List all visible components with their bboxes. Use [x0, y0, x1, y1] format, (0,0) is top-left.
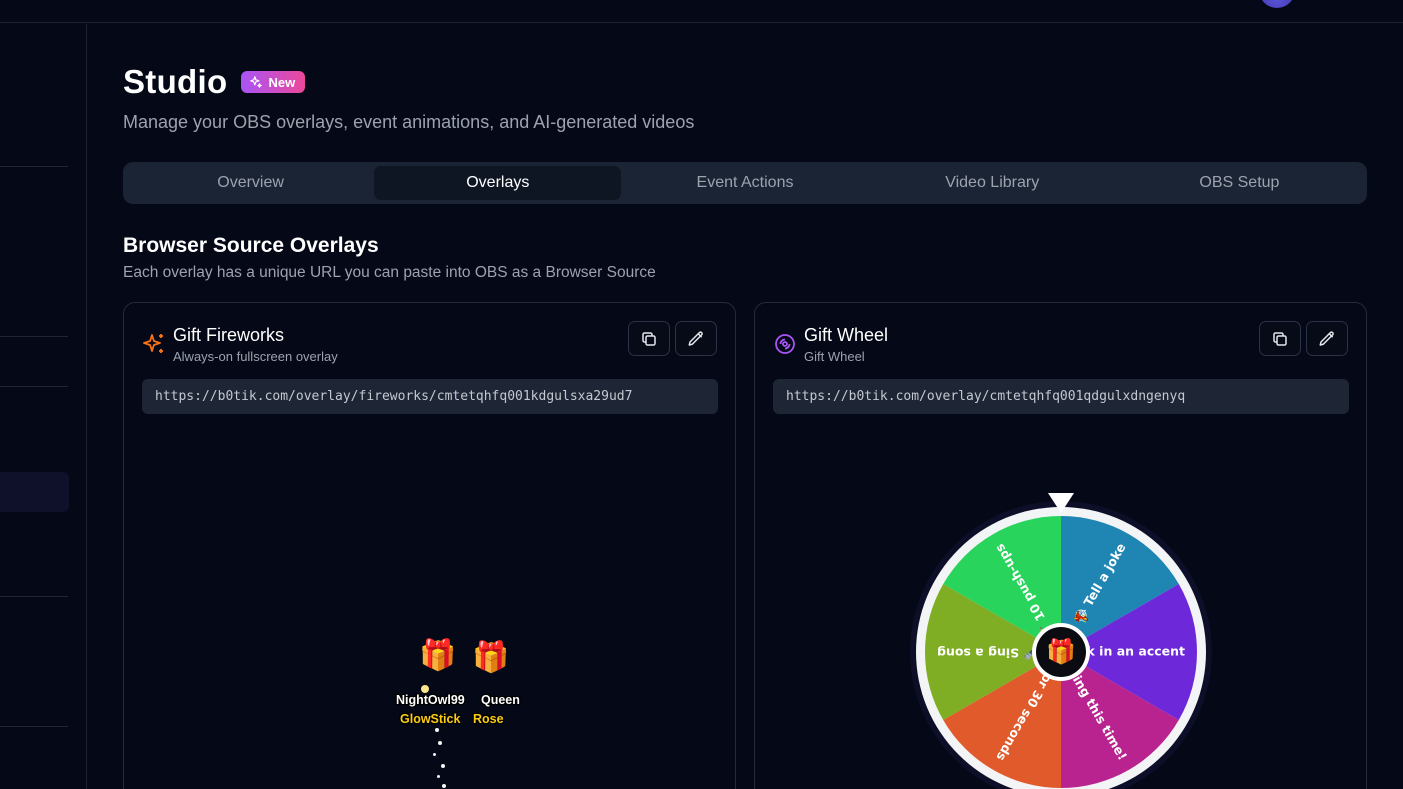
sidebar-divider	[0, 386, 68, 387]
gift-item-name: GlowStick	[400, 712, 461, 726]
sparkles-icon	[143, 334, 163, 353]
gift-item-name: Rose	[473, 712, 504, 726]
tab-video-library[interactable]: Video Library	[869, 166, 1116, 200]
new-badge: New	[241, 71, 306, 93]
tab-obs-setup[interactable]: OBS Setup	[1116, 166, 1363, 200]
sidebar-item-studio[interactable]	[0, 472, 69, 512]
spark-particle	[433, 753, 436, 756]
card-title: Gift Fireworks	[173, 325, 285, 345]
gift-wheel: 😂 Tell a joke🗣️ Speak in an accent🎁 Noth…	[910, 493, 1212, 789]
pencil-icon	[688, 330, 703, 346]
sidebar	[0, 24, 87, 789]
sidebar-divider	[0, 336, 68, 337]
copy-url-button[interactable]	[628, 321, 670, 356]
tab-overview[interactable]: Overview	[127, 166, 374, 200]
card-subtitle: Always-on fullscreen overlay	[173, 349, 338, 364]
gift-icon: 🎁	[472, 641, 510, 674]
edit-overlay-button[interactable]	[675, 321, 717, 356]
sparkles-icon	[250, 76, 263, 88]
section-description: Each overlay has a unique URL you can pa…	[123, 264, 656, 281]
tab-overlays[interactable]: Overlays	[374, 166, 622, 200]
sidebar-divider	[0, 726, 68, 727]
gift-icon: 🎁	[1046, 637, 1076, 665]
tab-event-actions[interactable]: Event Actions	[621, 166, 868, 200]
spark-particle	[435, 728, 439, 732]
section-title: Browser Source Overlays	[123, 234, 379, 257]
gift-icon: 🎁	[419, 639, 457, 672]
tab-bar: Overview Overlays Event Actions Video Li…	[123, 162, 1367, 204]
spark-particle	[442, 784, 446, 788]
overlay-card-gift-wheel: Gift Wheel Gift Wheel https://b0tik.com/…	[754, 302, 1367, 789]
sidebar-divider	[0, 596, 68, 597]
overlay-url-field[interactable]: https://b0tik.com/overlay/fireworks/cmte…	[142, 379, 718, 414]
title-row: Studio New	[123, 62, 306, 102]
overlay-card-fireworks: Gift Fireworks Always-on fullscreen over…	[123, 302, 736, 789]
spark-particle	[437, 775, 440, 778]
badge-label: New	[268, 74, 296, 90]
sidebar-divider	[0, 166, 68, 167]
wheel-segment-label: 🎤 Sing a song	[937, 646, 1039, 661]
spark-particle	[438, 741, 442, 745]
page-subtitle: Manage your OBS overlays, event animatio…	[123, 112, 695, 132]
gift-sender-name: NightOwl99	[396, 693, 465, 707]
fireworks-preview: 🎁 🎁 NightOwl99 Queen GlowStick Rose	[124, 423, 735, 789]
spark-particle	[421, 685, 429, 693]
gift-sender-name: Queen	[481, 693, 520, 707]
copy-icon	[642, 331, 656, 346]
main-content: Studio New Manage your OBS overlays, eve…	[123, 0, 1368, 789]
spark-particle	[441, 764, 445, 768]
page-title: Studio	[123, 63, 228, 100]
